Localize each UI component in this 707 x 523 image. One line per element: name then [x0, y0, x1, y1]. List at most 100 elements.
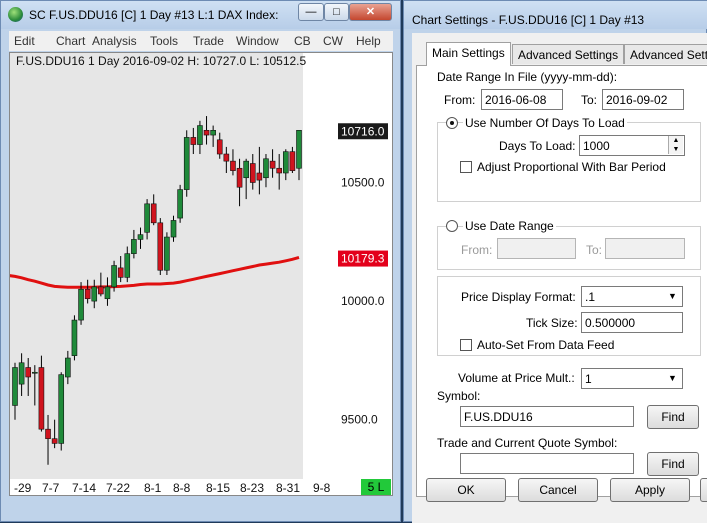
chart-header: F.US.DDU16 1 Day 2016-09-02 H: 10727.0 L… [16, 54, 307, 68]
candle[interactable] [71, 319, 78, 356]
days-to-load-stepper[interactable]: 1000 ▲ ▼ [579, 135, 685, 156]
candle[interactable] [104, 286, 111, 300]
candle[interactable] [157, 222, 164, 271]
candle[interactable] [111, 265, 117, 288]
from-date-field[interactable]: 2016-06-08 [481, 89, 563, 110]
x-tick-label: -29 [14, 481, 32, 495]
menu-help[interactable]: Help [356, 34, 381, 48]
candle[interactable] [223, 153, 230, 162]
candle[interactable] [210, 130, 216, 136]
candle[interactable] [256, 172, 263, 181]
candle[interactable] [230, 160, 236, 171]
trade-quote-symbol-field[interactable] [460, 453, 634, 474]
candle[interactable] [131, 239, 137, 254]
candle[interactable] [25, 367, 32, 378]
candle[interactable] [170, 220, 177, 238]
menu-window[interactable]: Window [236, 34, 279, 48]
use-days-label: Use Number Of Days To Load [463, 116, 627, 130]
tab-advanced-settings-2[interactable]: Advanced Sett [624, 44, 707, 64]
use-days-radio[interactable] [446, 117, 458, 129]
settings-titlebar[interactable]: Chart Settings - F.US.DDU16 [C] 1 Day #1… [404, 1, 707, 29]
candle[interactable] [177, 189, 183, 219]
tab-advanced-settings[interactable]: Advanced Settings [512, 44, 625, 64]
candle[interactable] [282, 151, 289, 174]
candle[interactable] [137, 234, 144, 240]
autoset-checkbox[interactable] [460, 339, 472, 351]
menu-tools[interactable]: Tools [150, 34, 178, 48]
candle[interactable] [18, 362, 25, 385]
candle[interactable] [203, 130, 210, 136]
vap-mult-value: 1 [585, 372, 592, 386]
candle[interactable] [276, 167, 282, 174]
symbol-label: Symbol: [437, 389, 481, 403]
y-tick-label: 10500.0 [341, 175, 385, 189]
candle[interactable] [216, 139, 223, 155]
menu-analysis[interactable]: Analysis [92, 34, 137, 48]
help-button[interactable] [700, 478, 707, 502]
ma-value-label: 10179.3 [341, 252, 385, 266]
apply-button[interactable]: Apply [610, 478, 690, 502]
candle[interactable] [144, 203, 150, 233]
candle[interactable] [249, 163, 256, 183]
to-label: To: [581, 93, 598, 107]
tick-size-field[interactable]: 0.500000 [581, 312, 683, 333]
price-chart[interactable]: 10500.0 10000.0 9500.0 10716.0 10179.3 -29 7-… [10, 53, 392, 495]
candle[interactable] [150, 203, 157, 224]
candle[interactable] [243, 160, 249, 179]
candle[interactable] [289, 151, 296, 171]
menu-chart[interactable]: Chart [56, 34, 85, 48]
candle[interactable] [65, 357, 71, 378]
candle[interactable] [164, 236, 170, 271]
candle[interactable] [58, 374, 65, 444]
x-tick-label: 8-8 [173, 481, 191, 495]
candle[interactable] [236, 167, 243, 188]
ok-button[interactable]: OK [426, 478, 506, 502]
close-button[interactable]: ✕ [349, 3, 392, 21]
vap-mult-select[interactable]: 1 ▼ [581, 368, 683, 389]
spin-up-icon[interactable]: ▲ [668, 136, 683, 145]
symbol-field[interactable]: F.US.DDU16 [460, 406, 634, 427]
candle[interactable] [190, 137, 197, 145]
to-date-field[interactable]: 2016-09-02 [602, 89, 684, 110]
chart-area[interactable]: 10500.0 10000.0 9500.0 10716.0 10179.3 -29 7-… [9, 52, 393, 496]
menu-cb[interactable]: CB [294, 34, 311, 48]
candle[interactable] [12, 367, 18, 406]
price-format-select[interactable]: .1 ▼ [581, 286, 683, 307]
date-range-from-field[interactable] [497, 238, 576, 259]
candle[interactable] [98, 286, 104, 295]
tab-main-settings[interactable]: Main Settings [426, 42, 511, 66]
candle[interactable] [197, 125, 203, 145]
x-tick-label: 8-31 [276, 481, 300, 495]
candle[interactable] [269, 160, 276, 169]
find-symbol-button[interactable]: Find [647, 405, 699, 429]
candle[interactable] [45, 428, 51, 439]
candle[interactable] [263, 158, 269, 179]
menu-edit[interactable]: Edit [14, 34, 35, 48]
adjust-proportional-checkbox[interactable] [460, 161, 472, 173]
spin-down-icon[interactable]: ▼ [668, 145, 683, 154]
candle[interactable] [124, 253, 131, 278]
x-tick-label: 8-23 [240, 481, 264, 495]
candle[interactable] [117, 267, 124, 278]
trade-quote-symbol-label: Trade and Current Quote Symbol: [437, 436, 618, 450]
candle[interactable] [183, 137, 190, 190]
use-date-range-radio[interactable] [446, 220, 458, 232]
chart-titlebar[interactable]: SC F.US.DDU16 [C] 1 Day #13 L:1 DAX Inde… [1, 1, 400, 29]
date-range-to-field[interactable] [605, 238, 685, 259]
x-tick-label: 7-22 [106, 481, 130, 495]
minimize-button[interactable]: — [298, 3, 324, 21]
candle[interactable] [38, 367, 45, 430]
candle[interactable] [91, 286, 98, 302]
autoset-label: Auto-Set From Data Feed [477, 338, 615, 352]
x-tick-label: 7-7 [42, 481, 60, 495]
menu-cw[interactable]: CW [323, 34, 343, 48]
candle[interactable] [51, 438, 58, 444]
candle[interactable] [78, 288, 84, 321]
candle[interactable] [84, 288, 91, 300]
find-trade-symbol-button[interactable]: Find [647, 452, 699, 476]
maximize-button[interactable]: □ [324, 3, 349, 21]
candle[interactable] [32, 371, 38, 374]
candle[interactable] [296, 130, 302, 169]
cancel-button[interactable]: Cancel [518, 478, 598, 502]
menu-trade[interactable]: Trade [193, 34, 224, 48]
